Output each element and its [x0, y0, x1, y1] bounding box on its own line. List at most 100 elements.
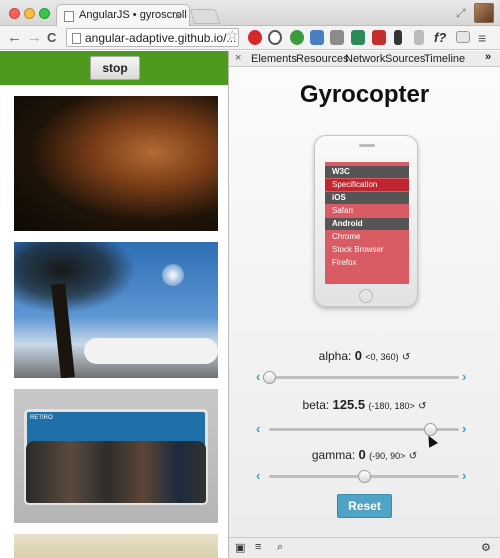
devtools-panel: × Elements Resources Network Sources Tim… [228, 51, 500, 558]
list-item-stock-browser[interactable]: Stock Browser [325, 244, 409, 256]
close-tab-icon[interactable]: × [174, 8, 182, 23]
tab-network[interactable]: Network [345, 53, 385, 65]
gamma-label: gamma: 0 (-90, 90> ↺ [311, 447, 418, 462]
tab-sources[interactable]: Sources [385, 53, 425, 65]
bookmark-star-icon[interactable]: ☆ [226, 27, 239, 44]
list-item-w3c[interactable]: W3C [325, 166, 409, 178]
slider-track[interactable] [269, 470, 459, 483]
list-item-android[interactable]: Android [325, 218, 409, 230]
extension-icon[interactable] [456, 31, 470, 43]
gear-icon[interactable]: ⚙ [481, 541, 491, 554]
slider-track[interactable] [263, 371, 459, 384]
partial-photo [14, 534, 218, 558]
console-icon[interactable]: ≡ [255, 541, 261, 553]
devtools-tabbar: × Elements Resources Network Sources Tim… [229, 51, 500, 67]
search-icon[interactable]: ⌕ [277, 541, 283, 554]
tree-photo [14, 242, 218, 378]
tab-elements[interactable]: Elements [251, 53, 297, 65]
slider-thumb[interactable] [263, 371, 276, 384]
slider-thumb[interactable] [358, 470, 371, 483]
gamma-range: (-90, 90> [369, 451, 406, 461]
page-icon [64, 11, 74, 22]
tab-resources[interactable]: Resources [296, 53, 349, 65]
chevron-right-icon[interactable]: › [462, 421, 466, 436]
more-tabs-icon[interactable]: » [485, 51, 491, 63]
gamma-name: gamma [311, 448, 352, 462]
beta-slider[interactable]: ‹ › [229, 421, 500, 438]
close-devtools-icon[interactable]: × [235, 52, 241, 64]
alpha-value: 0 [354, 348, 362, 363]
dock-icon[interactable]: ▣ [235, 541, 245, 554]
extension-icon[interactable] [310, 30, 324, 45]
page-viewport: stop RETIRO [0, 51, 228, 558]
phone-mockup: W3C Specification iOS Safari Android Chrome St… [314, 135, 418, 307]
list-item-firefox[interactable]: Firefox [325, 257, 409, 269]
extension-icon[interactable] [330, 30, 344, 45]
list-item-specification[interactable]: Specification [325, 179, 409, 191]
browser-tab[interactable]: AngularJS • gyroscroll × [56, 4, 190, 26]
alpha-slider[interactable]: ‹ › [229, 369, 500, 386]
extension-icon[interactable] [414, 30, 424, 45]
fullscreen-icon[interactable]: ⤢ [456, 6, 466, 21]
url-text: angular-adaptive.github.io/... [85, 31, 237, 45]
alpha-range: <0, 360) [365, 352, 399, 362]
sun [162, 264, 184, 286]
devtools-statusbar: ▣ ≡ ⌕ ⚙ [229, 537, 500, 558]
gamma-slider[interactable]: ‹ › [229, 468, 500, 485]
chevron-left-icon[interactable]: ‹ [256, 369, 260, 384]
address-bar[interactable]: angular-adaptive.github.io/... [66, 28, 239, 47]
subway-sign: RETIRO [30, 415, 53, 421]
alpha-label: alpha: 0 <0, 360) ↺ [318, 348, 411, 363]
extension-icon[interactable] [394, 30, 402, 45]
list-item-ios[interactable]: iOS [325, 192, 409, 204]
chevron-left-icon[interactable]: ‹ [256, 421, 260, 436]
chevron-right-icon[interactable]: › [462, 468, 466, 483]
page-icon [72, 33, 81, 44]
window-titlebar: AngularJS • gyroscroll × ⤢ [0, 0, 500, 26]
extension-icon[interactable] [268, 30, 282, 45]
beta-name: beta [302, 398, 326, 412]
minimize-window-button[interactable] [24, 8, 35, 19]
forward-button[interactable]: → [27, 29, 42, 46]
new-tab-button[interactable] [189, 9, 221, 24]
extension-icon[interactable] [290, 30, 304, 45]
beta-range: (-180, 180> [368, 401, 415, 411]
top-bar: stop [0, 51, 228, 85]
beta-value: 125.5 [332, 397, 366, 412]
tab-timeline[interactable]: Timeline [424, 53, 465, 65]
phone-speaker [359, 144, 375, 147]
page-title: Gyrocopter [299, 81, 430, 108]
beta-label: beta: 125.5 (-180, 180> ↺ [302, 397, 427, 412]
chevron-right-icon[interactable]: › [462, 369, 466, 384]
extension-icon[interactable] [351, 30, 365, 45]
profile-avatar[interactable] [474, 3, 494, 23]
reset-alpha-icon[interactable]: ↺ [402, 352, 410, 363]
subway-photo: RETIRO [14, 389, 218, 523]
slider-track[interactable] [269, 423, 459, 436]
gamma-value: 0 [358, 447, 366, 462]
reset-beta-icon[interactable]: ↺ [418, 401, 426, 412]
reset-gamma-icon[interactable]: ↺ [409, 451, 417, 462]
extension-icon[interactable] [248, 30, 262, 45]
subway-passengers [26, 441, 206, 503]
extension-icon[interactable] [372, 30, 386, 45]
alpha-name: alpha [318, 349, 349, 363]
emulation-app: Gyrocopter W3C Specification iOS Safari Andr… [229, 67, 500, 537]
reload-button[interactable]: C [47, 29, 56, 46]
chevron-left-icon[interactable]: ‹ [256, 468, 260, 483]
list-item-chrome[interactable]: Chrome [325, 231, 409, 243]
list-item-safari[interactable]: Safari [325, 205, 409, 217]
phone-screen: W3C Specification iOS Safari Android Chrome St… [325, 162, 409, 284]
close-window-button[interactable] [9, 8, 20, 19]
reset-button[interactable]: Reset [337, 494, 392, 518]
cloud [84, 338, 218, 364]
phone-home-button [359, 289, 373, 303]
zoom-window-button[interactable] [39, 8, 50, 19]
menu-icon[interactable]: ≡ [478, 30, 492, 46]
extension-icon[interactable]: f? [434, 30, 448, 45]
tree-canopy [14, 242, 134, 312]
tab-title: AngularJS • gyroscroll [79, 9, 187, 21]
horse-photo [14, 96, 218, 231]
back-button[interactable]: ← [7, 29, 22, 46]
stop-button[interactable]: stop [90, 56, 140, 80]
